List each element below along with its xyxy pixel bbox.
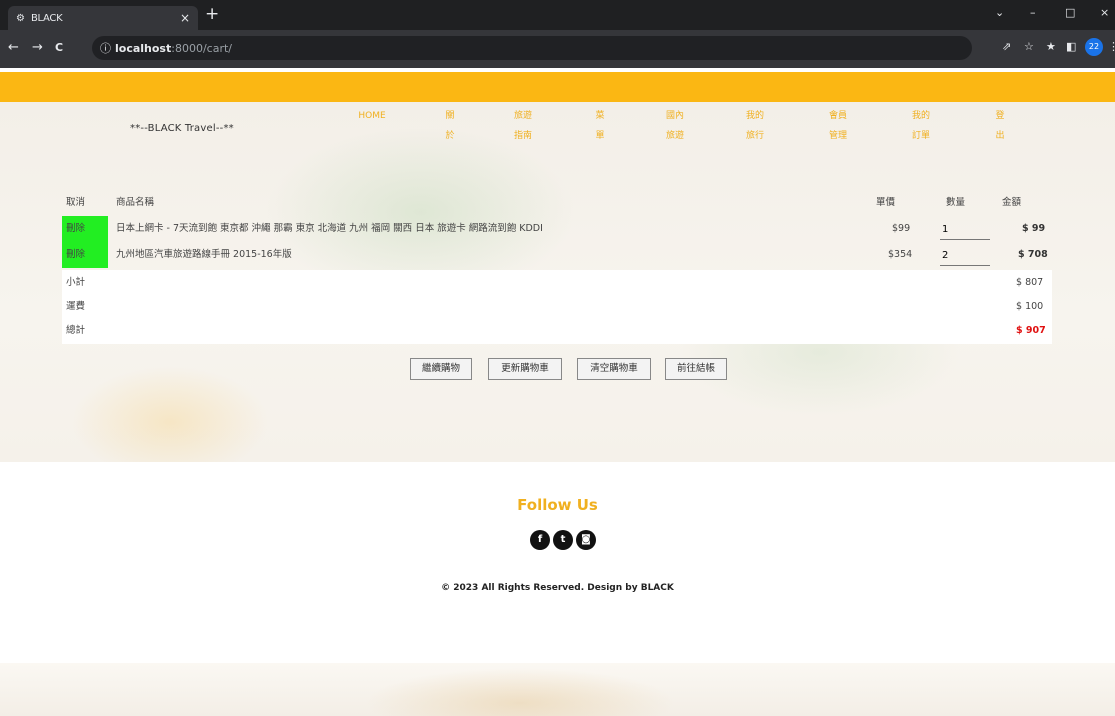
header-price: 單價 <box>876 197 896 208</box>
nav-members[interactable]: 會員 管理 <box>823 106 853 146</box>
maximize-icon[interactable]: □ <box>1065 6 1075 19</box>
tab-close-icon[interactable]: × <box>180 11 190 25</box>
shipping-label: 運費 <box>66 301 86 312</box>
subtotal-label: 小計 <box>66 277 86 288</box>
remove-item-button[interactable]: 刪除 <box>62 242 108 268</box>
url-input[interactable]: ⓘ localhost :8000/cart/ <box>92 36 972 60</box>
browser-tab-bar: ⚙ BLACK × + ⌄ – □ × <box>0 0 1115 30</box>
twitter-icon[interactable]: t <box>553 530 573 550</box>
shipping-row: 運費 $ 100 <box>62 294 1052 320</box>
header-remove: 取消 <box>66 197 86 208</box>
share-icon[interactable]: ⇗ <box>1002 40 1011 53</box>
nav-about[interactable]: 關 於 <box>440 106 460 146</box>
nav-logout[interactable]: 登 出 <box>990 106 1010 146</box>
copyright-text: © 2023 All Rights Reserved. Design by BL… <box>441 583 674 593</box>
header-qty: 數量 <box>946 197 966 208</box>
url-path: :8000/cart/ <box>171 41 232 55</box>
item-name[interactable]: 日本上網卡 - 7天流到飽 東京都 沖繩 那霸 東京 北海道 九州 福岡 關西 … <box>116 216 543 242</box>
item-price: $354 <box>888 249 913 260</box>
minimize-icon[interactable]: – <box>1030 6 1036 19</box>
item-price: $99 <box>892 223 911 234</box>
subtotal-value: $ 807 <box>1016 277 1044 288</box>
social-links: f t ◙ <box>0 530 1115 554</box>
quantity-input[interactable] <box>940 220 990 240</box>
clear-cart-button[interactable]: 清空購物車 <box>577 358 651 380</box>
remove-item-button[interactable]: 刪除 <box>62 216 108 242</box>
new-tab-icon[interactable]: + <box>205 4 219 24</box>
bottom-background-image <box>0 663 1115 716</box>
update-cart-button[interactable]: 更新購物車 <box>488 358 562 380</box>
shipping-value: $ 100 <box>1016 301 1044 312</box>
nav-domestic[interactable]: 國內 旅遊 <box>660 106 690 146</box>
cart-header-row: 取消 商品名稱 單價 數量 金額 <box>62 190 1052 216</box>
back-icon[interactable]: ← <box>8 40 19 55</box>
item-amount: $ 99 <box>1022 223 1046 234</box>
quantity-input[interactable] <box>940 246 990 266</box>
tab-title: BLACK <box>30 12 63 24</box>
tab-search-icon[interactable]: ⌄ <box>995 6 1004 19</box>
cart-item-row: 刪除 九州地區汽車旅遊路線手冊 2015-16年版 $354 $ 708 <box>62 242 1052 268</box>
cart-item-row: 刪除 日本上網卡 - 7天流到飽 東京都 沖繩 那霸 東京 北海道 九州 福岡 … <box>62 216 1052 242</box>
nav-my-orders[interactable]: 我的 訂單 <box>906 106 936 146</box>
header-name: 商品名稱 <box>116 197 155 208</box>
url-host: localhost <box>115 41 172 55</box>
top-accent-bar <box>0 72 1115 102</box>
subtotal-row: 小計 $ 807 <box>62 270 1052 296</box>
forward-icon[interactable]: → <box>32 40 43 55</box>
site-info-icon[interactable]: ⓘ <box>100 40 111 56</box>
browser-menu-icon[interactable]: ⋮ <box>1108 40 1115 53</box>
window-close-icon[interactable]: × <box>1100 6 1109 19</box>
total-label: 總計 <box>66 325 86 336</box>
checkout-button[interactable]: 前往結帳 <box>665 358 727 380</box>
facebook-icon[interactable]: f <box>530 530 550 550</box>
header-amount: 金額 <box>1002 197 1022 208</box>
nav-my-trips[interactable]: 我的 旅行 <box>740 106 770 146</box>
site-brand[interactable]: **--BLACK Travel--** <box>130 123 234 134</box>
nav-menu[interactable]: 菜 單 <box>590 106 610 146</box>
item-amount: $ 708 <box>1018 249 1048 260</box>
profile-avatar[interactable]: 22 <box>1085 38 1103 56</box>
instagram-icon[interactable]: ◙ <box>576 530 596 550</box>
total-value: $ 907 <box>1016 325 1046 336</box>
reload-icon[interactable]: C <box>55 41 63 54</box>
browser-tab[interactable]: ⚙ BLACK × <box>8 6 198 30</box>
nav-guide[interactable]: 旅遊 指南 <box>508 106 538 146</box>
nav-home[interactable]: HOME <box>352 106 392 126</box>
tab-favicon-icon: ⚙ <box>16 12 25 24</box>
continue-shopping-button[interactable]: 繼續購物 <box>410 358 472 380</box>
page-viewport: **--BLACK Travel--** HOME 關 於 旅遊 指南 菜 單 … <box>0 68 1115 716</box>
follow-us-heading: Follow Us <box>517 496 598 514</box>
bookmark-star-icon[interactable]: ☆ <box>1024 40 1034 53</box>
total-row: 總計 $ 907 <box>62 318 1052 344</box>
side-panel-icon[interactable]: ◧ <box>1066 40 1076 53</box>
item-name[interactable]: 九州地區汽車旅遊路線手冊 2015-16年版 <box>116 242 292 268</box>
extensions-icon[interactable]: ★ <box>1046 40 1056 53</box>
